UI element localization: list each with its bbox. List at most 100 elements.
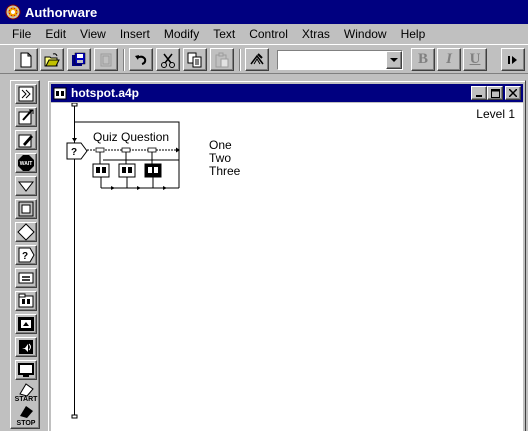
document-title-bar[interactable]: hotspot.a4p bbox=[51, 84, 523, 102]
toolbar-separator bbox=[239, 49, 241, 71]
response-label-two: Two bbox=[209, 151, 232, 165]
calculation-icon bbox=[18, 272, 34, 284]
icon-palette: WAIT ? START STOP bbox=[10, 80, 40, 429]
palette-framework[interactable] bbox=[15, 199, 37, 219]
sound-icon bbox=[19, 340, 33, 354]
stop-label: STOP bbox=[16, 420, 36, 427]
palette-motion[interactable] bbox=[15, 107, 37, 127]
import-button[interactable] bbox=[94, 48, 118, 71]
find-button[interactable] bbox=[245, 48, 269, 71]
digital-movie-icon bbox=[18, 317, 34, 331]
toolbar-more-icon bbox=[508, 55, 517, 64]
response-map-icon-three[interactable] bbox=[144, 163, 162, 178]
palette-start-flag[interactable] bbox=[15, 381, 37, 397]
wait-text: WAIT bbox=[20, 161, 33, 167]
palette-navigate[interactable] bbox=[15, 176, 37, 196]
bold-label: B bbox=[417, 51, 428, 67]
italic-label: I bbox=[446, 51, 452, 67]
open-file-button[interactable] bbox=[40, 48, 64, 71]
map-icon bbox=[18, 293, 34, 308]
palette-display[interactable] bbox=[15, 84, 37, 104]
motion-icon bbox=[18, 109, 34, 125]
flowline-start-marker[interactable] bbox=[71, 103, 78, 107]
video-icon bbox=[18, 363, 34, 377]
palette-sound[interactable] bbox=[15, 337, 37, 357]
menu-file[interactable]: File bbox=[4, 25, 37, 43]
underline-button[interactable]: U bbox=[463, 48, 487, 71]
undo-icon bbox=[135, 54, 147, 65]
palette-interaction[interactable]: ? bbox=[15, 245, 37, 265]
menu-xtras[interactable]: Xtras bbox=[294, 25, 336, 43]
flowline-end-marker[interactable] bbox=[71, 414, 78, 419]
underline-label: U bbox=[469, 51, 481, 67]
toolbar-more-button[interactable] bbox=[501, 48, 525, 71]
display-icon bbox=[18, 86, 34, 102]
svg-text:?: ? bbox=[22, 251, 28, 262]
text-style-select[interactable] bbox=[277, 50, 403, 70]
save-all-icon bbox=[72, 52, 86, 66]
minimize-button[interactable] bbox=[471, 86, 487, 100]
import-icon bbox=[100, 53, 112, 66]
toolbar-separator bbox=[123, 49, 125, 71]
wait-icon: WAIT bbox=[18, 155, 34, 171]
menu-view[interactable]: View bbox=[72, 25, 112, 43]
palette-video[interactable] bbox=[15, 360, 37, 380]
copy-icon bbox=[187, 52, 202, 67]
italic-button[interactable]: I bbox=[437, 48, 461, 71]
app-title: Authorware bbox=[25, 4, 98, 20]
find-icon bbox=[250, 52, 264, 64]
copy-button[interactable] bbox=[183, 48, 207, 71]
app-title-bar: Authorware bbox=[0, 0, 528, 24]
interaction-icon: ? bbox=[18, 247, 35, 263]
cut-button[interactable] bbox=[156, 48, 180, 71]
toolbar: B I U bbox=[0, 44, 528, 74]
close-button[interactable] bbox=[505, 86, 521, 100]
paste-button[interactable] bbox=[210, 48, 234, 71]
undo-button[interactable] bbox=[129, 48, 153, 71]
new-file-icon bbox=[20, 52, 32, 67]
response-map-icon-one[interactable] bbox=[92, 163, 110, 178]
erase-icon bbox=[18, 134, 33, 148]
document-title: hotspot.a4p bbox=[71, 86, 139, 100]
palette-digital-movie[interactable] bbox=[15, 314, 37, 334]
flowline-canvas[interactable]: Level 1 ? Quiz Question One Two Three bbox=[51, 103, 523, 431]
stop-flag-icon bbox=[20, 406, 33, 418]
menu-modify[interactable]: Modify bbox=[156, 25, 205, 43]
response-label-three: Three bbox=[209, 164, 241, 178]
menu-insert[interactable]: Insert bbox=[112, 25, 156, 43]
bold-button[interactable]: B bbox=[411, 48, 435, 71]
maximize-button[interactable] bbox=[487, 86, 503, 100]
flowline-diagram: ? bbox=[66, 103, 180, 419]
menu-text[interactable]: Text bbox=[205, 25, 241, 43]
chevron-down-icon bbox=[390, 57, 398, 62]
menu-help[interactable]: Help bbox=[393, 25, 432, 43]
menu-window[interactable]: Window bbox=[336, 25, 393, 43]
palette-wait[interactable]: WAIT bbox=[15, 153, 37, 173]
authorware-app-icon[interactable] bbox=[5, 4, 21, 20]
dropdown-arrow-button[interactable] bbox=[386, 51, 402, 69]
response-map-icon-two[interactable] bbox=[118, 163, 136, 178]
palette-stop-flag[interactable] bbox=[15, 403, 37, 419]
response-label-one: One bbox=[209, 138, 232, 152]
interaction-title: Quiz Question bbox=[93, 130, 170, 144]
maximize-icon bbox=[490, 88, 500, 98]
menu-edit[interactable]: Edit bbox=[37, 25, 72, 43]
cut-icon bbox=[161, 53, 175, 68]
save-all-button[interactable] bbox=[67, 48, 91, 71]
palette-decision[interactable] bbox=[15, 222, 37, 242]
palette-calculation[interactable] bbox=[15, 268, 37, 288]
new-file-button[interactable] bbox=[14, 48, 38, 71]
navigate-icon bbox=[17, 181, 35, 192]
menu-bar: File Edit View Insert Modify Text Contro… bbox=[0, 24, 528, 44]
palette-erase[interactable] bbox=[15, 130, 37, 150]
paste-icon bbox=[215, 52, 229, 67]
map-icon bbox=[53, 87, 67, 100]
flowline-window: hotspot.a4p Level 1 ? Quiz Question One … bbox=[47, 80, 526, 431]
open-file-icon bbox=[44, 52, 60, 66]
decision-icon bbox=[17, 223, 35, 241]
framework-icon bbox=[18, 201, 34, 217]
close-icon bbox=[509, 89, 517, 97]
palette-map[interactable] bbox=[15, 291, 37, 311]
menu-control[interactable]: Control bbox=[241, 25, 294, 43]
minimize-icon bbox=[476, 95, 482, 97]
